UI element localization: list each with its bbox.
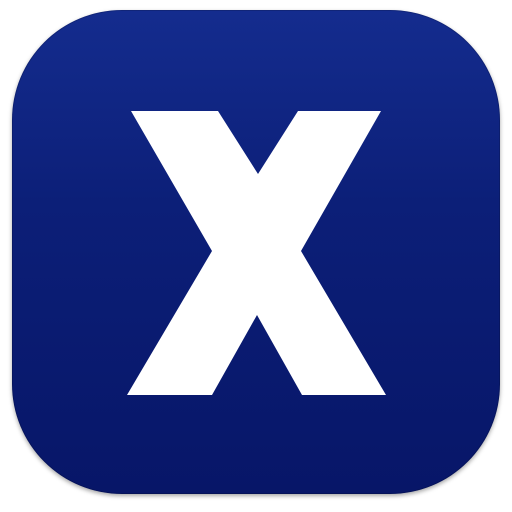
icon-canvas: X [0, 0, 512, 512]
x-app-icon[interactable]: X [12, 10, 500, 494]
x-letter-icon [127, 111, 386, 395]
x-letter-shape [127, 111, 386, 395]
